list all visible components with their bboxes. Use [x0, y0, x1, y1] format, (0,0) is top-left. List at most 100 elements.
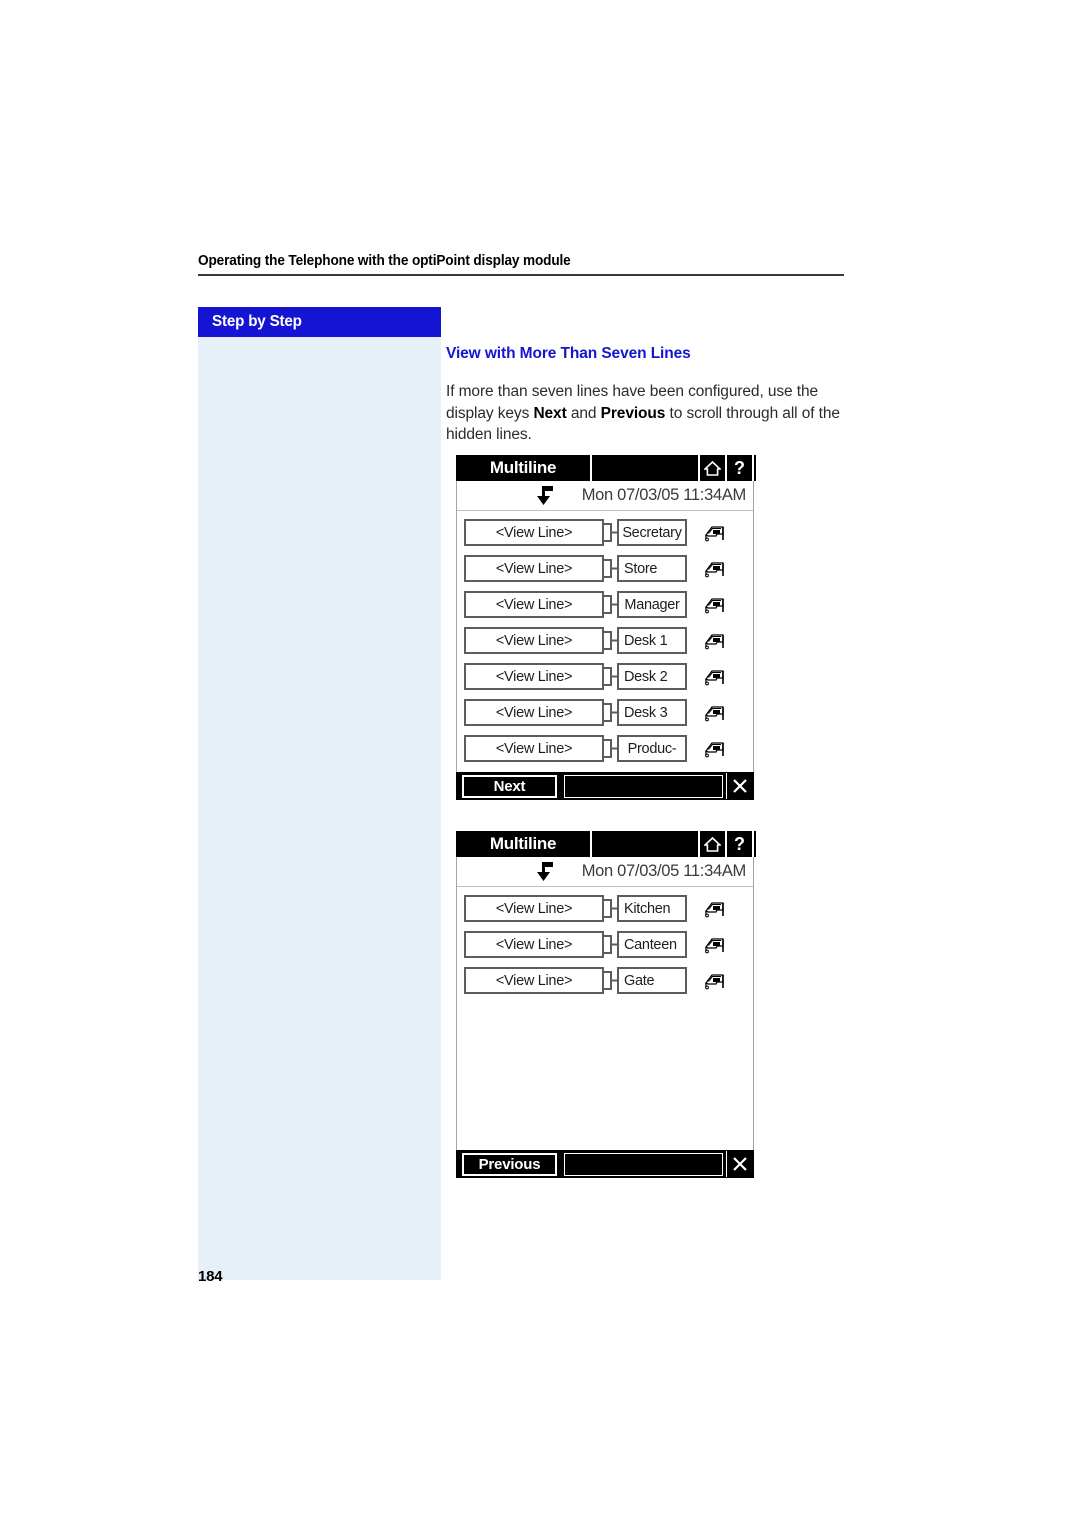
panel-softkey-bar: Previous	[456, 1150, 754, 1178]
line-name-label: Produc-	[617, 735, 687, 762]
panel-line-list: <View Line> Secretary <View Line> Store …	[457, 511, 753, 768]
content-column: View with More Than Seven Lines If more …	[446, 345, 846, 446]
sidebar-body	[198, 337, 441, 1280]
telephone-icon-glyph	[705, 706, 724, 722]
telephone-icon	[700, 699, 730, 727]
line-row[interactable]: <View Line> Desk 3	[457, 697, 753, 732]
line-name-label: Gate	[617, 967, 687, 994]
view-line-button[interactable]: <View Line>	[464, 735, 604, 762]
view-line-button[interactable]: <View Line>	[464, 519, 604, 546]
call-forward-arrow-glyph	[537, 862, 553, 881]
telephone-icon-glyph	[705, 634, 724, 650]
line-row[interactable]: <View Line> Secretary	[457, 517, 753, 552]
page-number: 184	[198, 1268, 223, 1285]
home-icon[interactable]	[698, 455, 725, 481]
line-name-label: Manager	[617, 591, 687, 618]
home-icon-glyph	[704, 460, 721, 476]
telephone-icon	[700, 967, 730, 995]
panel-titlebar: Multiline ?	[456, 455, 756, 481]
call-forward-arrow-glyph	[537, 486, 553, 505]
sidebar-heading-bar: Step by Step	[198, 307, 441, 337]
view-line-button[interactable]: <View Line>	[464, 591, 604, 618]
line-row[interactable]: <View Line> Desk 1	[457, 625, 753, 660]
next-softkey-button[interactable]: Next	[462, 774, 557, 798]
phone-display-panel-1: Multiline ? Mon 07/03/05 11:34AM <View L…	[456, 455, 756, 800]
panel-title-edge	[752, 831, 756, 857]
telephone-icon	[700, 627, 730, 655]
telephone-icon-glyph	[705, 562, 724, 578]
line-name-label: Canteen	[617, 931, 687, 958]
body-text-2: and	[566, 404, 601, 422]
empty-softkey[interactable]	[564, 774, 723, 798]
panel-title-edge	[752, 455, 756, 481]
panel-title-label: Multiline	[456, 455, 592, 481]
telephone-icon	[700, 735, 730, 763]
line-row[interactable]: <View Line> Manager	[457, 589, 753, 624]
line-row[interactable]: <View Line> Desk 2	[457, 661, 753, 696]
telephone-icon-glyph	[705, 526, 724, 542]
empty-softkey[interactable]	[564, 1152, 723, 1176]
help-icon[interactable]: ?	[725, 831, 752, 857]
telephone-icon-glyph	[705, 902, 724, 918]
telephone-icon-glyph	[705, 670, 724, 686]
panel-line-list: <View Line> Kitchen <View Line> Canteen …	[457, 887, 753, 1000]
body-key-next: Next	[533, 404, 567, 422]
panel-titlebar: Multiline ?	[456, 831, 756, 857]
telephone-icon-glyph	[705, 974, 724, 990]
section-body: If more than seven lines have been confi…	[446, 381, 846, 446]
header-divider	[198, 274, 844, 276]
view-line-button[interactable]: <View Line>	[464, 967, 604, 994]
page-header-title: Operating the Telephone with the optiPoi…	[198, 253, 571, 269]
panel-datetime: Mon 07/03/05 11:34AM	[581, 862, 747, 880]
line-row[interactable]: <View Line> Canteen	[457, 929, 753, 964]
line-name-label: Kitchen	[617, 895, 687, 922]
line-name-label: Store	[617, 555, 687, 582]
line-row[interactable]: <View Line> Gate	[457, 965, 753, 1000]
close-icon[interactable]	[726, 773, 752, 799]
home-icon[interactable]	[698, 831, 725, 857]
telephone-icon	[700, 555, 730, 583]
view-line-button[interactable]: <View Line>	[464, 555, 604, 582]
help-icon[interactable]: ?	[725, 455, 752, 481]
call-forward-arrow-icon	[531, 860, 561, 889]
telephone-icon-glyph	[705, 938, 724, 954]
panel-title-label: Multiline	[456, 831, 592, 857]
panel-title-spacer	[592, 455, 698, 481]
line-row[interactable]: <View Line> Kitchen	[457, 893, 753, 928]
page-header: Operating the Telephone with the optiPoi…	[198, 253, 844, 276]
telephone-icon	[700, 663, 730, 691]
view-line-button[interactable]: <View Line>	[464, 931, 604, 958]
panel-date-row: Mon 07/03/05 11:34AM	[457, 857, 753, 887]
line-name-label: Secretary	[617, 519, 687, 546]
phone-display-panel-2: Multiline ? Mon 07/03/05 11:34AM <View L…	[456, 831, 756, 1178]
view-line-button[interactable]: <View Line>	[464, 895, 604, 922]
close-icon[interactable]	[726, 1151, 752, 1177]
telephone-icon-glyph	[705, 598, 724, 614]
step-by-step-sidebar: Step by Step	[198, 307, 441, 1280]
telephone-icon	[700, 895, 730, 923]
line-name-label: Desk 1	[617, 627, 687, 654]
previous-softkey-button[interactable]: Previous	[462, 1152, 557, 1176]
close-icon-glyph	[732, 1157, 747, 1171]
telephone-icon	[700, 931, 730, 959]
telephone-icon	[700, 591, 730, 619]
body-key-previous: Previous	[600, 404, 666, 422]
panel-softkey-bar: Next	[456, 772, 754, 800]
close-icon-glyph	[732, 779, 747, 793]
home-icon-glyph	[704, 836, 721, 852]
line-row[interactable]: <View Line> Store	[457, 553, 753, 588]
line-name-label: Desk 3	[617, 699, 687, 726]
panel-date-row: Mon 07/03/05 11:34AM	[457, 481, 753, 511]
panel-title-spacer	[592, 831, 698, 857]
call-forward-arrow-icon	[531, 484, 561, 513]
view-line-button[interactable]: <View Line>	[464, 627, 604, 654]
line-name-label: Desk 2	[617, 663, 687, 690]
view-line-button[interactable]: <View Line>	[464, 699, 604, 726]
telephone-icon	[700, 519, 730, 547]
section-title: View with More Than Seven Lines	[446, 345, 691, 362]
view-line-button[interactable]: <View Line>	[464, 663, 604, 690]
telephone-icon-glyph	[705, 742, 724, 758]
panel-datetime: Mon 07/03/05 11:34AM	[581, 486, 747, 504]
sidebar-heading-label: Step by Step	[212, 313, 302, 330]
line-row[interactable]: <View Line> Produc-	[457, 733, 753, 768]
